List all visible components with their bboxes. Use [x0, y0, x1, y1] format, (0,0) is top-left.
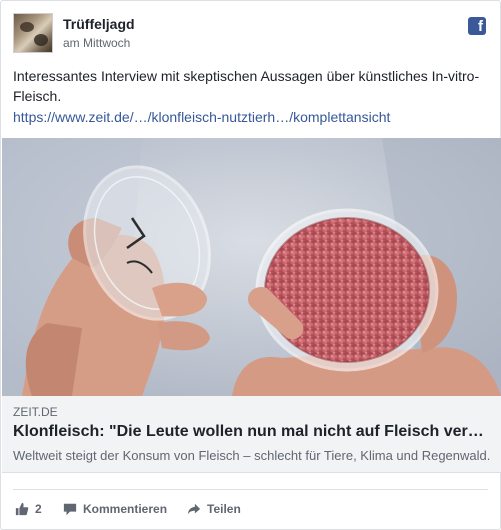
share-arrow-icon — [187, 503, 201, 515]
post-link[interactable]: https://www.zeit.de/…/klonfleisch-nutzti… — [13, 109, 489, 125]
comment-label: Kommentieren — [83, 502, 168, 516]
post-header: Trüffeljagd am Mittwoch f — [13, 13, 488, 55]
link-description: Weltweit steigt der Konsum von Fleisch –… — [13, 448, 491, 463]
attachment-image[interactable] — [2, 138, 501, 396]
thumbs-up-icon — [15, 502, 29, 516]
action-bar: 2 Kommentieren Teilen — [13, 489, 488, 529]
post-timestamp[interactable]: am Mittwoch — [63, 36, 130, 50]
author-name[interactable]: Trüffeljagd — [63, 16, 135, 32]
link-domain: ZEIT.DE — [13, 405, 58, 419]
avatar[interactable] — [13, 13, 53, 53]
like-count: 2 — [35, 502, 42, 516]
post-text: Interessantes Interview mit skeptischen … — [13, 68, 480, 104]
like-button[interactable]: 2 — [15, 502, 42, 516]
facebook-icon[interactable]: f — [468, 17, 486, 35]
post-card: Trüffeljagd am Mittwoch f Interessantes … — [0, 0, 501, 530]
share-label: Teilen — [207, 502, 241, 516]
comment-button[interactable]: Kommentieren — [63, 502, 167, 516]
comment-icon — [63, 503, 77, 516]
link-preview[interactable]: ZEIT.DE Klonfleisch: "Die Leute wollen n… — [2, 396, 501, 473]
link-headline[interactable]: Klonfleisch: "Die Leute wollen nun mal n… — [13, 423, 491, 441]
share-button[interactable]: Teilen — [187, 502, 241, 516]
meat-petri-dish-photo — [2, 138, 501, 396]
